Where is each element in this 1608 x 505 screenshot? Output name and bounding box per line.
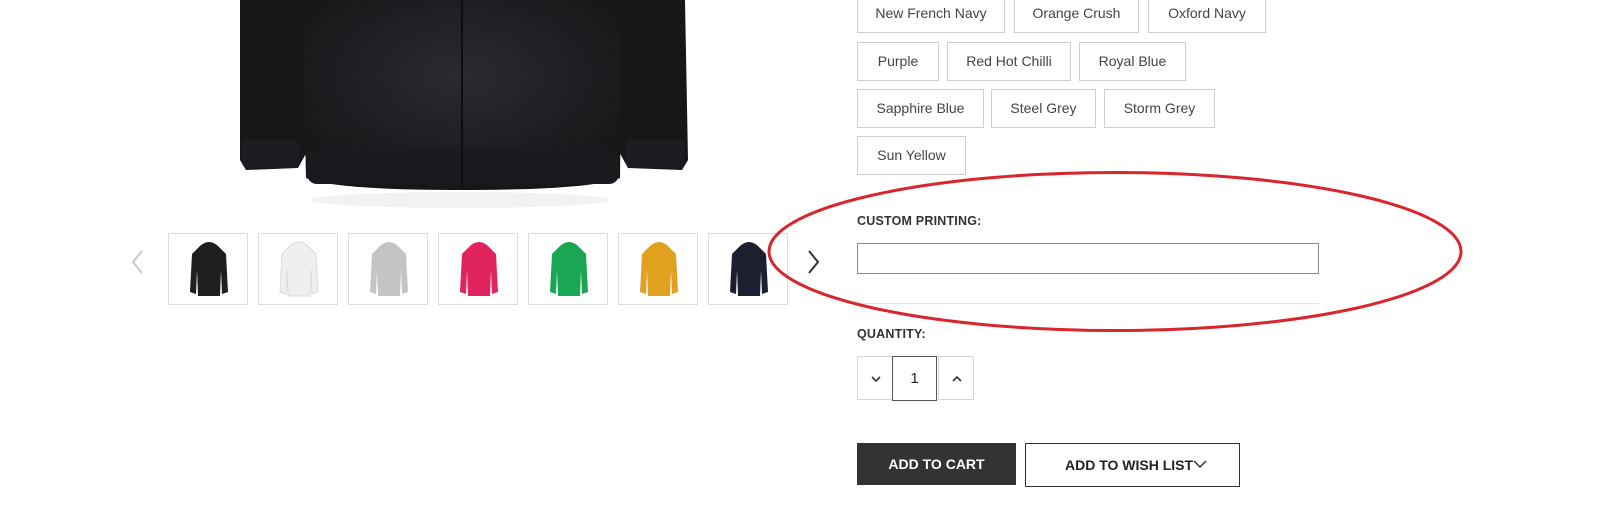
- quantity-increase-button[interactable]: [938, 356, 974, 400]
- thumbnail-navy[interactable]: [708, 233, 788, 305]
- chevron-down-icon: [1193, 460, 1207, 469]
- swatch-royal-blue[interactable]: Royal Blue: [1079, 42, 1186, 81]
- add-to-wish-list-label: ADD TO WISH LIST: [1065, 457, 1194, 473]
- thumbnail-prev-button[interactable]: [128, 248, 148, 276]
- chevron-left-icon: [131, 250, 143, 274]
- chevron-down-icon: [871, 376, 881, 383]
- swatch-purple[interactable]: Purple: [857, 42, 939, 81]
- chevron-right-icon: [808, 250, 820, 274]
- hoodie-white-image: [279, 241, 319, 297]
- add-to-wish-list-button[interactable]: ADD TO WISH LIST: [1025, 443, 1240, 487]
- thumbnail-strip: [168, 233, 790, 307]
- thumbnail-black[interactable]: [168, 233, 248, 305]
- thumbnail-pink[interactable]: [438, 233, 518, 305]
- thumbnail-grey[interactable]: [348, 233, 428, 305]
- quantity-decrease-button[interactable]: [857, 356, 893, 400]
- swatch-red-hot-chilli[interactable]: Red Hot Chilli: [947, 42, 1071, 81]
- hoodie-navy-image: [730, 242, 768, 296]
- hoodie-black-image: [190, 242, 228, 296]
- swatch-sapphire-blue[interactable]: Sapphire Blue: [857, 89, 984, 128]
- swatch-storm-grey[interactable]: Storm Grey: [1104, 89, 1215, 128]
- chevron-up-icon: [952, 375, 962, 382]
- custom-printing-input[interactable]: [857, 243, 1319, 274]
- hoodie-pink-image: [460, 242, 498, 296]
- swatch-orange-crush[interactable]: Orange Crush: [1014, 0, 1139, 33]
- quantity-label: QUANTITY:: [857, 327, 926, 341]
- hoodie-green-image: [550, 242, 588, 296]
- swatch-steel-grey[interactable]: Steel Grey: [991, 89, 1096, 128]
- swatch-sun-yellow[interactable]: Sun Yellow: [857, 136, 966, 175]
- thumbnail-green[interactable]: [528, 233, 608, 305]
- custom-printing-label: CUSTOM PRINTING:: [857, 214, 982, 228]
- product-main-image: [180, 0, 740, 215]
- swatch-new-french-navy[interactable]: New French Navy: [857, 0, 1005, 33]
- thumbnail-white[interactable]: [258, 233, 338, 305]
- thumbnail-gold[interactable]: [618, 233, 698, 305]
- thumbnail-next-button[interactable]: [803, 248, 823, 276]
- section-divider: [857, 303, 1319, 304]
- hoodie-grey-image: [370, 242, 408, 296]
- add-to-cart-button[interactable]: ADD TO CART: [857, 443, 1016, 485]
- swatch-oxford-navy[interactable]: Oxford Navy: [1148, 0, 1266, 33]
- quantity-input[interactable]: [892, 356, 937, 401]
- hoodie-gold-image: [640, 242, 678, 296]
